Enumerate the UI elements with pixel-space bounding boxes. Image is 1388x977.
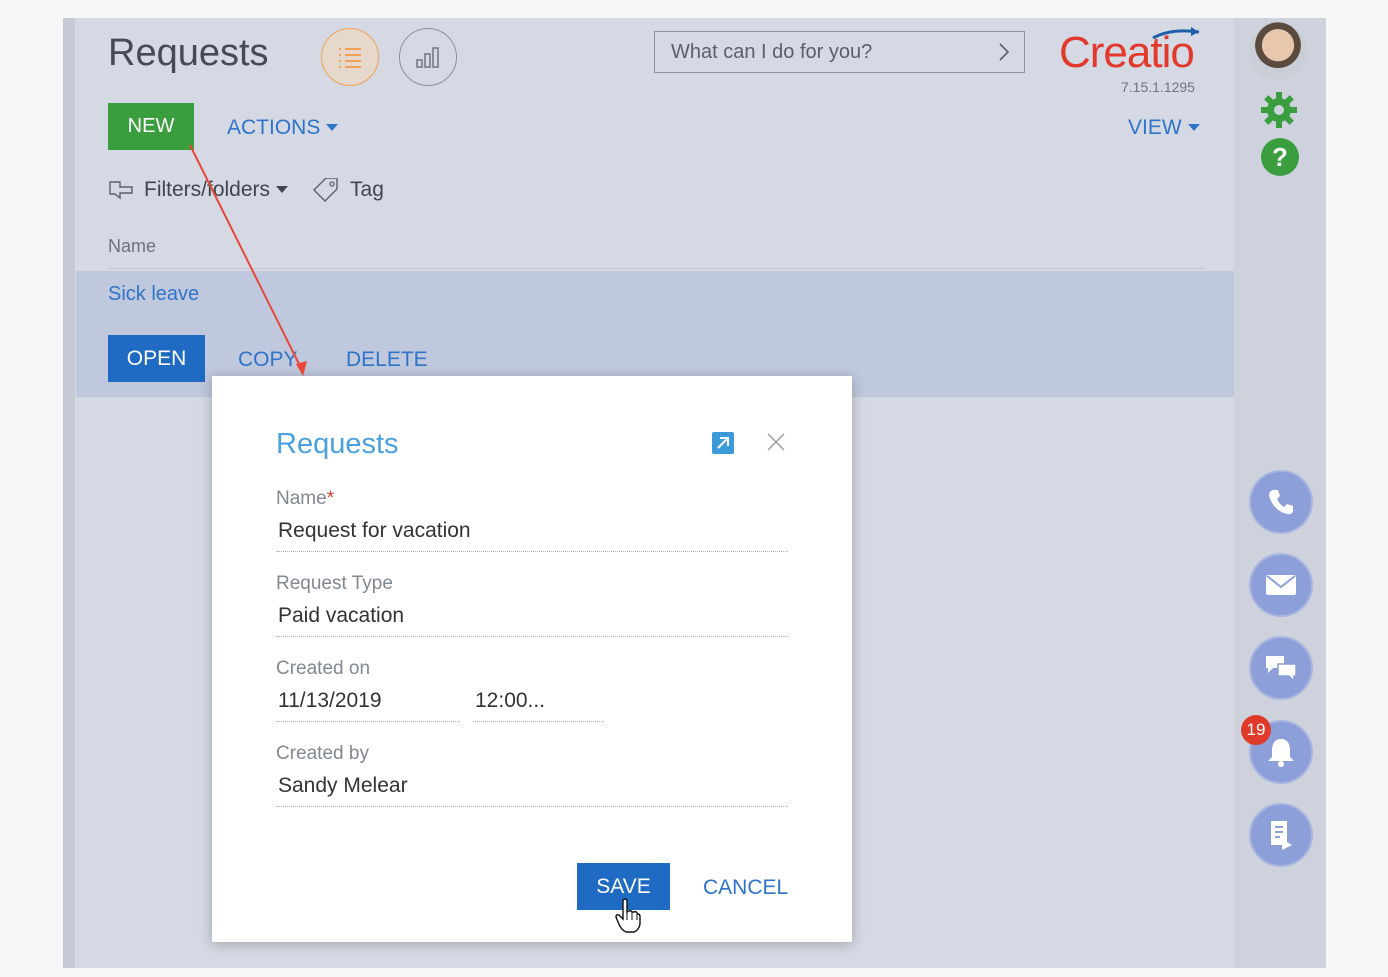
name-field[interactable]: Request for vacation bbox=[278, 519, 471, 543]
version-label: 7.15.1.1295 bbox=[1121, 79, 1195, 95]
tag-label[interactable]: Tag bbox=[350, 178, 384, 202]
page-title: Requests bbox=[108, 32, 269, 74]
phone-icon bbox=[1269, 490, 1293, 515]
request-type-label: Request Type bbox=[276, 573, 393, 594]
bar-chart-icon bbox=[416, 47, 439, 68]
name-field-underline bbox=[276, 551, 788, 552]
chevron-right-icon[interactable] bbox=[998, 42, 1010, 62]
user-avatar[interactable] bbox=[1249, 22, 1307, 80]
required-marker: * bbox=[326, 488, 335, 509]
document-play-icon bbox=[1271, 821, 1292, 850]
request-minipage-dialog: Requests Name* Request for vacation Requ… bbox=[212, 376, 852, 942]
created-by-field[interactable]: Sandy Melear bbox=[278, 774, 408, 798]
list-view-button[interactable] bbox=[321, 28, 379, 86]
left-strip bbox=[63, 18, 75, 968]
filters-folders-dropdown[interactable]: Filters/folders bbox=[144, 178, 289, 202]
envelope-icon bbox=[1266, 575, 1296, 595]
gear-icon[interactable] bbox=[1259, 90, 1299, 130]
actions-label: ACTIONS bbox=[227, 116, 321, 139]
name-field-label: Name* bbox=[276, 488, 335, 509]
list-icon bbox=[339, 48, 361, 68]
copy-button[interactable]: COPY bbox=[238, 348, 298, 372]
filter-bar: Filters/folders Tag bbox=[108, 178, 384, 202]
delete-button[interactable]: DELETE bbox=[346, 348, 428, 372]
dialog-title: Requests bbox=[276, 428, 399, 460]
record-link[interactable]: Sick leave bbox=[108, 283, 199, 306]
created-on-date-field[interactable]: 11/13/2019 bbox=[278, 689, 382, 713]
filter-folder-icon[interactable] bbox=[108, 179, 134, 201]
open-full-page-icon[interactable] bbox=[712, 432, 734, 454]
command-line-placeholder: What can I do for you? bbox=[671, 40, 873, 63]
chat-icon bbox=[1266, 656, 1297, 683]
actions-menu[interactable]: ACTIONS bbox=[227, 116, 339, 140]
request-type-field[interactable]: Paid vacation bbox=[278, 604, 404, 628]
hand-pointer-icon bbox=[615, 898, 641, 933]
tag-icon[interactable] bbox=[310, 178, 340, 202]
new-button[interactable]: NEW bbox=[108, 103, 194, 150]
logo-swoosh-icon bbox=[1152, 27, 1200, 40]
created-by-underline bbox=[276, 806, 788, 807]
email-button[interactable] bbox=[1249, 553, 1313, 617]
column-header-name[interactable]: Name bbox=[108, 236, 156, 257]
notification-count-badge: 19 bbox=[1241, 715, 1271, 745]
phone-button[interactable] bbox=[1249, 470, 1313, 534]
caret-down-icon bbox=[1187, 124, 1200, 131]
bell-icon bbox=[1268, 739, 1294, 767]
caret-down-icon bbox=[326, 124, 339, 131]
open-button[interactable]: OPEN bbox=[108, 335, 205, 382]
created-by-label: Created by bbox=[276, 743, 369, 764]
created-on-date-underline bbox=[276, 721, 460, 722]
view-menu[interactable]: VIEW bbox=[1128, 116, 1200, 140]
view-label: VIEW bbox=[1128, 116, 1182, 139]
chat-button[interactable] bbox=[1249, 636, 1313, 700]
cancel-button[interactable]: CANCEL bbox=[703, 876, 788, 900]
close-icon[interactable] bbox=[764, 430, 788, 454]
created-on-time-field[interactable]: 12:00... bbox=[475, 689, 545, 713]
created-on-label: Created on bbox=[276, 658, 371, 679]
caret-down-icon bbox=[276, 186, 289, 193]
request-type-underline bbox=[276, 636, 788, 637]
help-icon[interactable]: ? bbox=[1261, 138, 1299, 176]
command-line-input[interactable]: What can I do for you? bbox=[654, 31, 1025, 73]
feed-button[interactable] bbox=[1249, 803, 1313, 867]
created-on-time-underline bbox=[473, 721, 604, 722]
header-divider bbox=[108, 268, 1205, 269]
filters-label: Filters/folders bbox=[144, 178, 271, 201]
arrow-up-right-icon bbox=[717, 437, 729, 449]
analytics-view-button[interactable] bbox=[399, 28, 457, 86]
